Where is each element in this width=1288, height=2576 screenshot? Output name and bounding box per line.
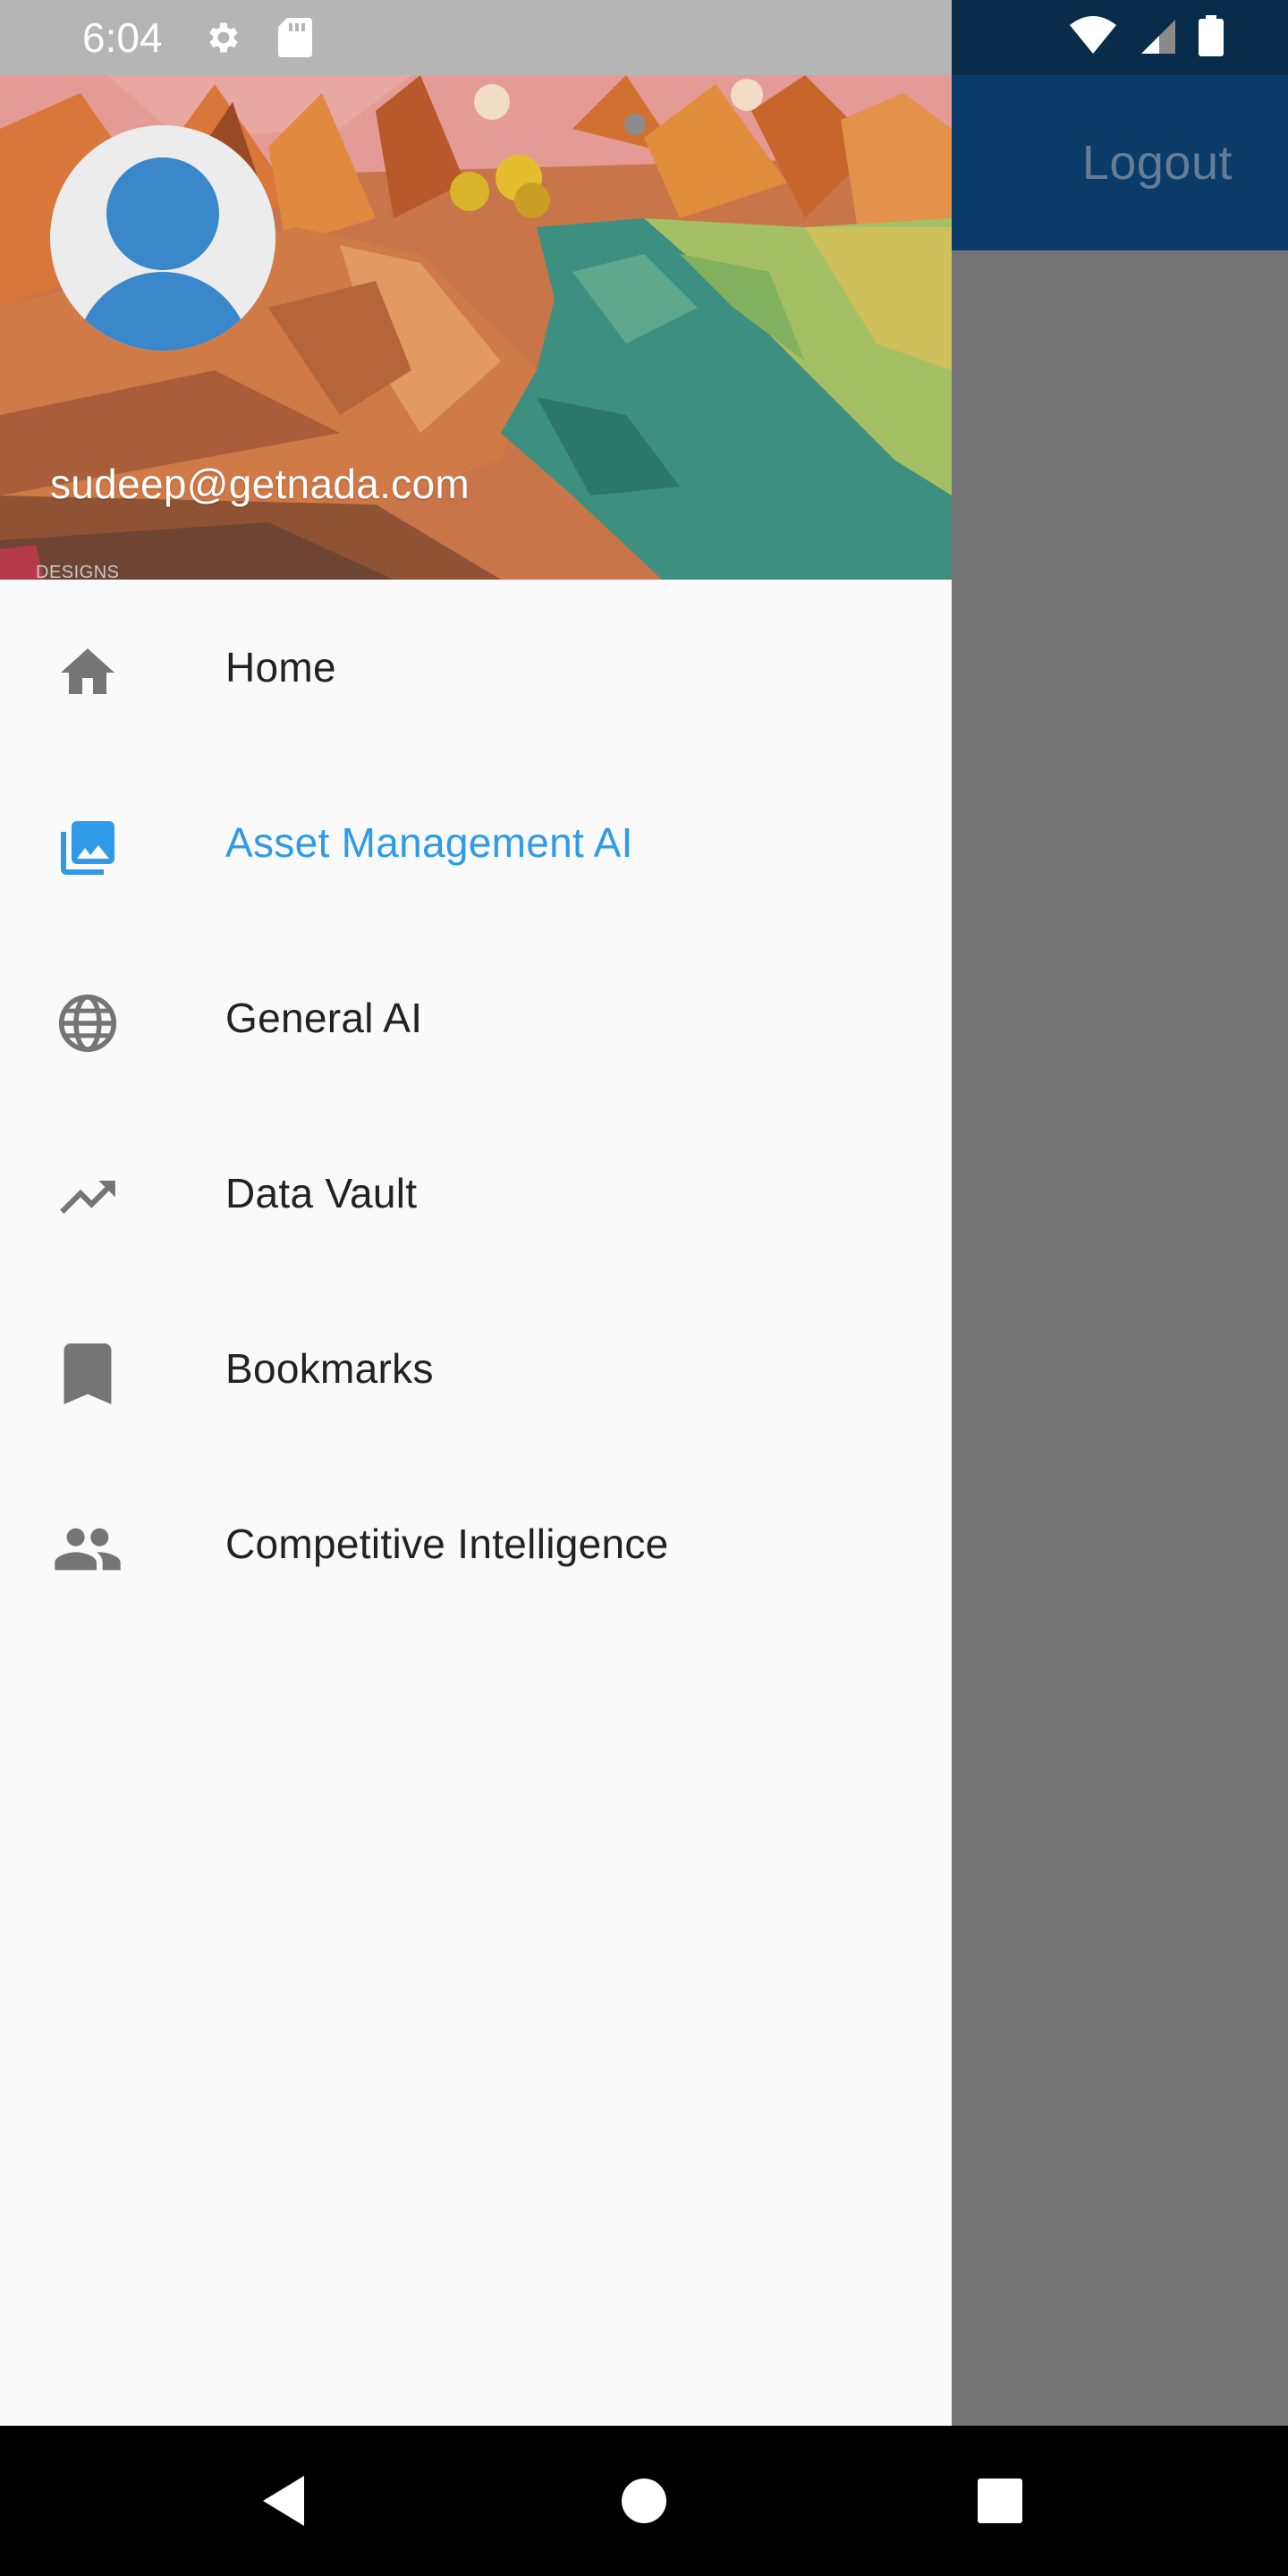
- trending-up-icon: [52, 1163, 123, 1234]
- avatar-body: [75, 272, 250, 351]
- gear-icon: [204, 18, 243, 57]
- cell-signal-icon: [1138, 16, 1179, 60]
- menu-item-home[interactable]: Home: [0, 580, 952, 755]
- sd-card-icon: [275, 18, 315, 57]
- globe-icon: [52, 987, 123, 1059]
- menu-item-competitive-intelligence[interactable]: Competitive Intelligence: [0, 1456, 952, 1631]
- status-right-icons: [1068, 0, 1224, 75]
- home-icon: [52, 637, 123, 708]
- user-email: sudeep@getnada.com: [50, 461, 470, 507]
- avatar[interactable]: [50, 125, 275, 351]
- drawer-header: sudeep@getnada.com DESIGNS: [0, 75, 952, 580]
- status-bar: 6:04: [0, 0, 952, 75]
- menu-item-bookmarks[interactable]: Bookmarks: [0, 1281, 952, 1456]
- status-time: 6:04: [82, 14, 163, 61]
- bookmark-icon: [52, 1338, 123, 1410]
- menu-label-data-vault: Data Vault: [225, 1170, 418, 1216]
- menu-label-general-ai: General AI: [225, 995, 423, 1041]
- navigation-drawer: 6:04 sudeep@getnada.com DESIGNS Home Ass…: [0, 0, 952, 2426]
- menu-label-home: Home: [225, 644, 336, 691]
- logout-button[interactable]: Logout: [1082, 75, 1233, 250]
- drawer-menu: Home Asset Management AI General AI Data…: [0, 580, 952, 1631]
- image-watermark: DESIGNS: [36, 563, 120, 580]
- back-icon[interactable]: [249, 2465, 320, 2537]
- menu-item-data-vault[interactable]: Data Vault: [0, 1106, 952, 1281]
- menu-label-bookmarks: Bookmarks: [225, 1345, 434, 1392]
- recents-icon[interactable]: [964, 2465, 1036, 2537]
- menu-item-general-ai[interactable]: General AI: [0, 930, 952, 1106]
- home-circle-icon[interactable]: [608, 2465, 680, 2537]
- people-icon: [52, 1513, 123, 1585]
- menu-label-competitive-intelligence: Competitive Intelligence: [225, 1521, 669, 1567]
- avatar-head: [106, 157, 219, 270]
- menu-label-asset-management-ai: Asset Management AI: [225, 819, 633, 866]
- navigation-bar: [0, 2426, 1288, 2576]
- battery-icon: [1199, 14, 1224, 61]
- menu-item-asset-management-ai[interactable]: Asset Management AI: [0, 755, 952, 930]
- wifi-icon: [1068, 15, 1118, 60]
- screen: Logout 6:04 sudeep@getnada.com DESIGNS H…: [0, 0, 1288, 2576]
- photo-library-icon: [52, 812, 123, 884]
